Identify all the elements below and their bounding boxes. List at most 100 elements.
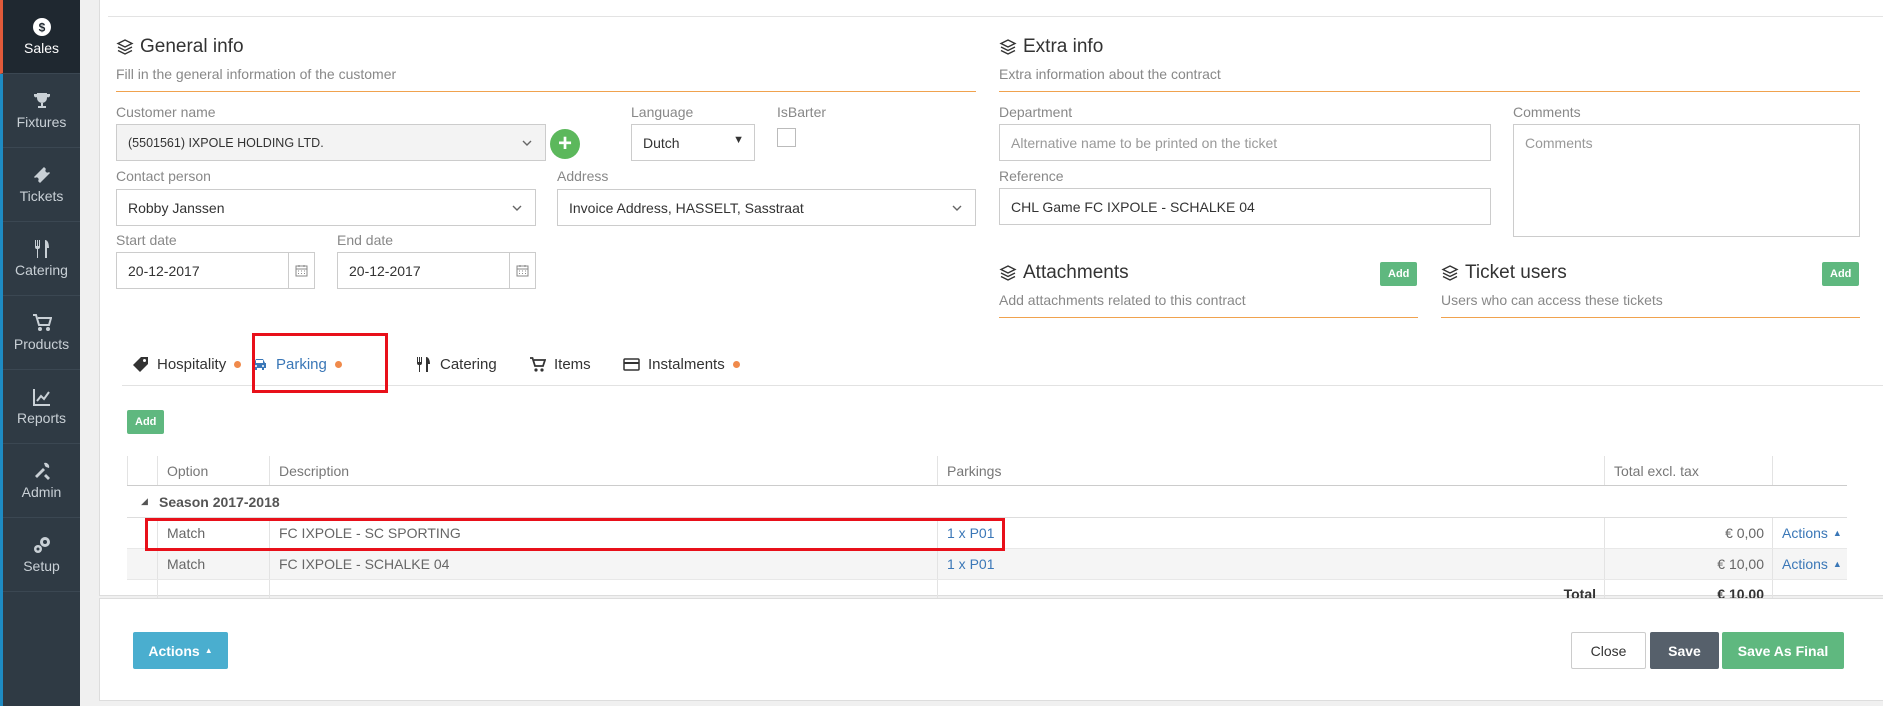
- tab-instalments[interactable]: Instalments: [623, 342, 740, 386]
- isbarter-label: IsBarter: [777, 104, 827, 120]
- tab-label: Catering: [440, 355, 497, 373]
- start-date-value: 20-12-2017: [128, 262, 200, 279]
- cutlery-icon: [34, 240, 49, 258]
- cart-icon: [530, 356, 546, 372]
- address-select[interactable]: Invoice Address, HASSELT, Sasstraat: [557, 189, 976, 226]
- contact-person-select[interactable]: Robby Janssen: [116, 189, 536, 226]
- sidebar-item-catering[interactable]: Catering: [3, 222, 80, 296]
- sidebar-item-sales[interactable]: $ Sales: [0, 0, 80, 74]
- chevron-down-icon: [522, 140, 532, 146]
- caret-down-icon: ▼: [733, 134, 744, 146]
- end-date-value: 20-12-2017: [349, 262, 421, 279]
- start-date-input[interactable]: 20-12-2017: [116, 252, 315, 289]
- sidebar-item-setup[interactable]: Setup: [3, 518, 80, 592]
- trophy-icon: [33, 93, 50, 108]
- isbarter-checkbox[interactable]: [777, 128, 796, 147]
- divider: [999, 317, 1418, 318]
- layers-icon: [1441, 265, 1459, 281]
- sidebar-item-label: Products: [13, 336, 70, 352]
- footer-bar: Actions ▲ Close Save Save As Final: [99, 598, 1883, 701]
- chevron-down-icon: [512, 205, 522, 211]
- header-spacer: [127, 456, 157, 485]
- sidebar: $ Sales Fixtures Tickets Catering Produc…: [0, 0, 80, 706]
- tools-icon: [34, 462, 50, 480]
- layers-icon: [116, 39, 134, 55]
- comments-textarea[interactable]: Comments: [1513, 124, 1860, 237]
- attachments-subtitle: Add attachments related to this contract: [999, 292, 1246, 308]
- department-placeholder: Alternative name to be printed on the ti…: [1011, 134, 1278, 151]
- calendar-button[interactable]: [509, 253, 535, 288]
- customer-name-select[interactable]: (5501561) IXPOLE HOLDING LTD.: [116, 124, 546, 161]
- cell-parkings-link[interactable]: 1 x P01: [937, 518, 1604, 548]
- header-description[interactable]: Description: [269, 456, 937, 485]
- language-select[interactable]: Dutch ▼: [631, 124, 755, 161]
- end-date-input[interactable]: 20-12-2017: [337, 252, 536, 289]
- collapse-icon[interactable]: ◢: [141, 496, 148, 507]
- add-parking-button[interactable]: Add: [127, 410, 165, 434]
- chevron-down-icon: [952, 205, 962, 211]
- layers-icon: [999, 265, 1017, 281]
- svg-text:$: $: [38, 21, 45, 35]
- header-option[interactable]: Option: [157, 456, 269, 485]
- general-info-subtitle: Fill in the general information of the c…: [116, 66, 397, 82]
- button-label: Actions: [148, 642, 200, 659]
- save-button[interactable]: Save: [1650, 632, 1719, 669]
- sidebar-item-fixtures[interactable]: Fixtures: [3, 74, 80, 148]
- cell-option: Match: [157, 549, 269, 579]
- table-header: Option Description Parkings Total excl. …: [127, 456, 1847, 486]
- caret-up-icon: ▲: [204, 646, 213, 655]
- section-title-text: Attachments: [1023, 262, 1129, 283]
- cell-total: € 10,00: [1604, 549, 1772, 579]
- cell-total: € 0,00: [1604, 518, 1772, 548]
- language-value: Dutch: [643, 134, 680, 151]
- add-attachment-button[interactable]: Add: [1380, 262, 1418, 286]
- department-input[interactable]: Alternative name to be printed on the ti…: [999, 124, 1491, 161]
- tab-label: Instalments: [648, 355, 725, 373]
- cutlery-icon: [417, 356, 430, 372]
- reference-input[interactable]: CHL Game FC IXPOLE - SCHALKE 04: [999, 188, 1491, 225]
- table-row[interactable]: Match FC IXPOLE - SCHALKE 04 1 x P01 € 1…: [127, 549, 1847, 580]
- section-title-text: Ticket users: [1465, 262, 1567, 283]
- main-area: General info Fill in the general informa…: [80, 0, 1883, 706]
- comments-label: Comments: [1513, 104, 1581, 120]
- reference-label: Reference: [999, 168, 1064, 184]
- chart-icon: [32, 389, 50, 406]
- row-actions-dropdown[interactable]: Actions ▲: [1772, 518, 1847, 548]
- caret-up-icon: ▲: [1832, 528, 1842, 538]
- actions-dropdown-button[interactable]: Actions ▲: [133, 632, 228, 669]
- extra-info-subtitle: Extra information about the contract: [999, 66, 1221, 82]
- caret-up-icon: ▲: [1832, 559, 1842, 569]
- divider: [116, 91, 976, 92]
- customer-name-label: Customer name: [116, 104, 216, 120]
- row-actions-dropdown[interactable]: Actions ▲: [1772, 549, 1847, 579]
- sidebar-item-products[interactable]: Products: [3, 296, 80, 370]
- reference-value: CHL Game FC IXPOLE - SCHALKE 04: [1011, 198, 1255, 215]
- plus-icon: +: [557, 130, 572, 157]
- start-date-label: Start date: [116, 232, 177, 248]
- add-customer-button[interactable]: +: [550, 129, 580, 159]
- header-parkings[interactable]: Parkings: [937, 456, 1604, 485]
- tab-hospitality[interactable]: Hospitality: [132, 342, 242, 386]
- sidebar-item-admin[interactable]: Admin: [3, 444, 80, 518]
- contract-panel: General info Fill in the general informa…: [99, 0, 1883, 608]
- sidebar-item-tickets[interactable]: Tickets: [3, 148, 80, 222]
- tab-catering[interactable]: Catering: [415, 342, 497, 386]
- header-total[interactable]: Total excl. tax: [1604, 456, 1772, 485]
- credit-card-icon: [623, 357, 640, 371]
- divider: [1441, 317, 1860, 318]
- tab-items[interactable]: Items: [529, 342, 591, 386]
- sidebar-item-label: Setup: [23, 558, 60, 574]
- close-button[interactable]: Close: [1571, 632, 1646, 669]
- cell-parkings-link[interactable]: 1 x P01: [937, 549, 1604, 579]
- dollar-icon: $: [32, 18, 51, 36]
- calendar-button[interactable]: [288, 253, 314, 288]
- sidebar-item-reports[interactable]: Reports: [3, 370, 80, 444]
- actions-label: Actions: [1782, 525, 1828, 541]
- add-ticket-user-button[interactable]: Add: [1822, 262, 1860, 286]
- save-as-final-button[interactable]: Save As Final: [1722, 632, 1844, 669]
- header-actions-spacer: [1772, 456, 1847, 485]
- group-row: ◢ Season 2017-2018: [127, 486, 1847, 518]
- sidebar-item-label: Admin: [21, 484, 62, 500]
- contact-person-label: Contact person: [116, 168, 211, 184]
- cart-icon: [32, 314, 52, 331]
